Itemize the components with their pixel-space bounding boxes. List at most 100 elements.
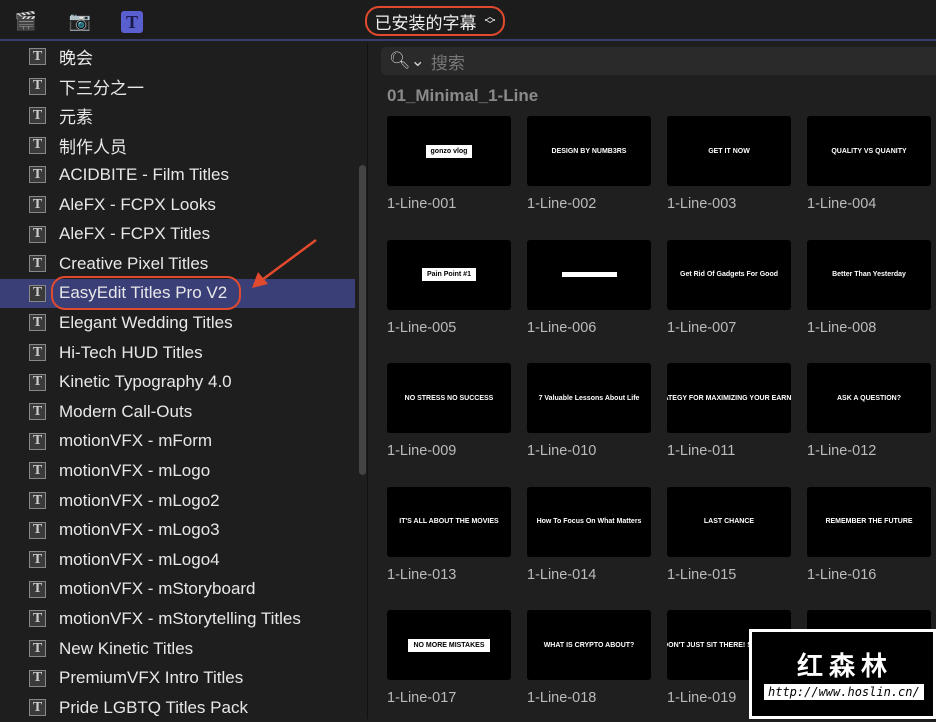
music-camera-icon[interactable]: 📷 (67, 9, 93, 33)
sidebar-item[interactable]: T Hi-Tech HUD Titles (0, 338, 355, 367)
title-name: 1-Line-014 (527, 566, 597, 583)
sidebar-item[interactable]: T 元素 (0, 101, 355, 130)
sidebar-item[interactable]: TmotionVFX - mForm (0, 427, 355, 456)
title-thumbnail[interactable]: Better Than Yesterday (807, 239, 931, 310)
sidebar-item-label: motionVFX - mStorytelling Titles (59, 608, 301, 628)
thumb-text: NO STRESS NO SUCCESS (404, 394, 494, 402)
selector-label: 已安装的字幕 (374, 13, 477, 33)
title-icon: T (29, 77, 46, 95)
chevron-updown-icon: ︿ ﹀ (484, 11, 496, 31)
title-thumbnail[interactable]: GET IT NOW (667, 116, 791, 186)
thumb-text: Get Rid Of Gadgets For Good (680, 271, 778, 278)
sidebar-item-label: 制作人员 (59, 137, 127, 157)
titles-icon[interactable]: T (121, 11, 143, 33)
sidebar-item[interactable]: T AleFX - FCPX Looks (0, 190, 355, 219)
title-item[interactable]: DESIGN BY NUMB3RS 1-Line-002 (527, 116, 651, 212)
sidebar-item[interactable]: T AleFX - FCPX Titles (0, 220, 355, 249)
title-item[interactable]: Better Than Yesterday 1-Line-008 (807, 239, 931, 336)
group-title: 01_Minimal_1-Line (387, 86, 539, 105)
sidebar-item[interactable]: T 晚会 (0, 42, 355, 71)
title-icon: T (29, 196, 46, 213)
title-item[interactable]: NO STRESS NO SUCCESS 1-Line-009 (387, 363, 511, 459)
title-item[interactable]: How To Focus On What Matters 1-Line-014 (527, 486, 651, 583)
title-icon: T (29, 403, 46, 421)
title-item[interactable]: Get Rid Of Gadgets For Good 1-Line-007 (667, 239, 791, 336)
titles-category-selector[interactable]: 已安装的字幕 ︿ ﹀ (365, 6, 505, 36)
title-thumbnail[interactable]: REMEMBER THE FUTURE (807, 486, 931, 557)
sidebar-item-label: Modern Call-Outs (59, 401, 193, 421)
title-item[interactable]: 1-Line-006 (527, 239, 651, 336)
thumb-text: REMEMBER THE FUTURE (825, 518, 913, 525)
title-item[interactable]: ASK A QUESTION? 1-Line-012 (807, 363, 931, 459)
sidebar-item[interactable]: T PremiumVFX Intro Titles (0, 664, 355, 693)
sidebar-item[interactable]: T 制作人员 (0, 131, 355, 160)
sidebar-item[interactable]: T Creative Pixel Titles (0, 249, 355, 278)
title-item[interactable]: WHAT IS CRYPTO ABOUT? 1-Line-018 (527, 610, 651, 706)
watermark: 红森林 http://www.hoslin.cn/ (749, 629, 936, 719)
sidebar-item-label: motionVFX - mStoryboard (59, 579, 256, 599)
title-thumbnail[interactable]: How To Focus On What Matters (527, 486, 651, 557)
title-thumbnail[interactable]: NO STRESS NO SUCCESS (387, 363, 511, 433)
clapper-star-icon[interactable]: 🎬 (13, 9, 39, 33)
sidebar-item[interactable]: T Pride LGBTQ Titles Pack (0, 693, 355, 722)
thumb-text: QUALITY VS QUANITY (831, 147, 907, 155)
sidebar-item[interactable]: TmotionVFX - mLogo4 (0, 545, 355, 574)
sidebar-item-label: AleFX - FCPX Looks (59, 194, 216, 214)
sidebar-scrollbar[interactable] (359, 165, 366, 475)
title-name: 1-Line-018 (527, 690, 597, 706)
title-thumbnail[interactable]: NO MORE MISTAKES (387, 610, 511, 680)
sidebar-item[interactable]: T Modern Call-Outs (0, 397, 355, 426)
title-thumbnail[interactable]: DESIGN BY NUMB3RS (527, 116, 651, 186)
sidebar-item-label: Pride LGBTQ Titles Pack (59, 697, 248, 717)
title-thumbnail[interactable]: ASK A QUESTION? (807, 363, 931, 433)
sidebar-item-label: AleFX - FCPX Titles (59, 224, 211, 244)
title-name: 1-Line-002 (527, 196, 597, 212)
sidebar-item[interactable]: TmotionVFX - mLogo3 (0, 516, 355, 545)
title-item[interactable]: 7 Valuable Lessons About Life 1-Line-010 (527, 363, 651, 459)
title-name: 1-Line-006 (527, 319, 597, 336)
title-thumbnail[interactable]: QUALITY VS QUANITY (807, 116, 931, 186)
title-name: 1-Line-003 (667, 196, 737, 212)
search-icon[interactable]: 🔍︎⌄ (389, 51, 425, 71)
sidebar-item[interactable]: TmotionVFX - mLogo2 (0, 486, 355, 515)
title-item[interactable]: LAST CHANCE 1-Line-015 (667, 486, 791, 583)
sidebar-item[interactable]: T Kinetic Typography 4.0 (0, 368, 355, 397)
title-icon: T (29, 225, 46, 243)
thumb-text: gonzo vlog (425, 144, 473, 158)
sidebar-item[interactable]: T 下三分之一 (0, 72, 355, 101)
sidebar-item-label: motionVFX - mLogo3 (59, 520, 220, 540)
title-thumbnail[interactable]: 7 Valuable Lessons About Life (527, 363, 651, 433)
title-thumbnail[interactable]: STRATEGY FOR MAXIMIZING YOUR EARNINGS (667, 363, 791, 433)
title-item[interactable]: IT'S ALL ABOUT THE MOVIES 1-Line-013 (387, 486, 511, 583)
title-thumbnail[interactable]: Pain Point #1 (387, 239, 511, 310)
title-item[interactable]: GET IT NOW 1-Line-003 (667, 116, 791, 212)
sidebar-item-label: New Kinetic Titles (59, 638, 194, 658)
title-item[interactable]: Pain Point #1 1-Line-005 (387, 239, 511, 336)
title-thumbnail[interactable] (527, 239, 651, 310)
sidebar-item[interactable]: T Elegant Wedding Titles (0, 308, 355, 337)
title-name: 1-Line-011 (667, 443, 736, 459)
title-item[interactable]: gonzo vlog 1-Line-001 (387, 116, 511, 212)
sidebar-item[interactable]: TmotionVFX - mStorytelling Titles (0, 604, 355, 633)
title-item[interactable]: QUALITY VS QUANITY 1-Line-004 (807, 116, 931, 212)
title-thumbnail[interactable]: LAST CHANCE (667, 486, 791, 557)
thumb-text: ASK A QUESTION? (836, 394, 902, 402)
sidebar-item[interactable]: TmotionVFX - mStoryboard (0, 575, 355, 604)
title-icon: T (29, 284, 46, 302)
search-field[interactable]: 🔍︎⌄ 搜索 (381, 47, 936, 75)
thumb-text: STRATEGY FOR MAXIMIZING YOUR EARNINGS (667, 394, 791, 402)
thumb-text: GET IT NOW (708, 147, 750, 155)
search-placeholder: 搜索 (430, 53, 465, 73)
title-thumbnail[interactable]: IT'S ALL ABOUT THE MOVIES (387, 486, 511, 557)
title-item[interactable]: STRATEGY FOR MAXIMIZING YOUR EARNINGS 1-L… (667, 363, 791, 459)
sidebar-item[interactable]: TmotionVFX - mLogo (0, 456, 355, 485)
title-thumbnail[interactable]: gonzo vlog (387, 116, 511, 186)
title-item[interactable]: REMEMBER THE FUTURE 1-Line-016 (807, 486, 931, 583)
title-icon: T (29, 344, 46, 361)
sidebar-item[interactable]: T ACIDBITE - Film Titles (0, 160, 355, 189)
title-item[interactable]: NO MORE MISTAKES 1-Line-017 (387, 610, 511, 706)
title-thumbnail[interactable]: Get Rid Of Gadgets For Good (667, 239, 791, 310)
title-thumbnail[interactable]: WHAT IS CRYPTO ABOUT? (527, 610, 651, 680)
sidebar-item[interactable]: T New Kinetic Titles (0, 634, 355, 663)
title-icon: T (29, 580, 46, 598)
